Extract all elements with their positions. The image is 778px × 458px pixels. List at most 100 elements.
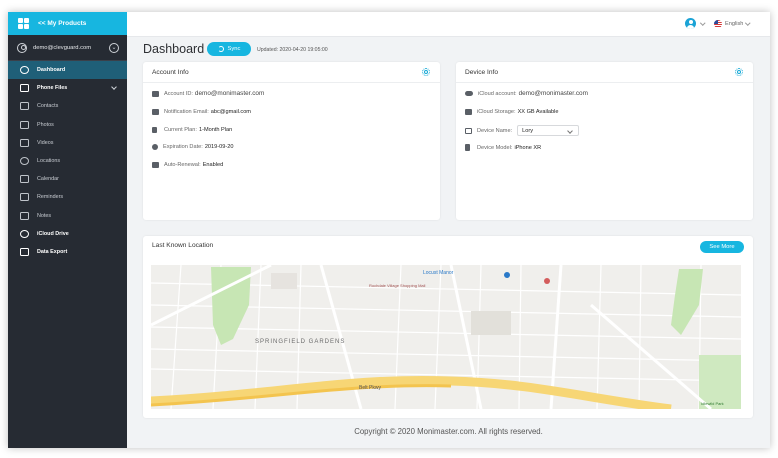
back-to-products-button[interactable]: << My Products [8, 12, 127, 35]
divider [143, 82, 440, 83]
sidebar: << My Products demo@clevguard.com ⌄ Dash… [8, 12, 127, 448]
sync-button[interactable]: Sync [207, 42, 251, 56]
sync-label: Sync [227, 46, 241, 52]
device-name-row: Device Name: Lory [465, 125, 580, 136]
gear-icon[interactable] [422, 68, 430, 76]
map[interactable]: SPRINGFIELD GARDENS Belt Pkwy Locust Man… [151, 265, 741, 409]
avatar[interactable] [685, 18, 696, 29]
row-value: Enabled [202, 162, 224, 168]
map-area-label: SPRINGFIELD GARDENS [255, 339, 345, 345]
expiration-date-row: Expiration Date: 2019-09-20 [152, 144, 233, 150]
sidebar-nav: Dashboard Phone Files Contacts Photos Vi… [8, 61, 127, 261]
sidebar-item-label: Contacts [37, 103, 59, 110]
last-location-card: Last Known Location See More SPRINGFIELD… [143, 236, 753, 418]
sidebar-item-label: Phone Files [37, 85, 68, 92]
calendar-icon [20, 175, 29, 184]
sidebar-item-label: Data Export [37, 248, 68, 255]
device-name-select[interactable]: Lory [517, 125, 580, 136]
card-title: Device Info [465, 69, 498, 76]
gear-icon[interactable] [735, 68, 743, 76]
sidebar-item-phone-files[interactable]: Phone Files [8, 79, 127, 97]
sidebar-item-locations[interactable]: Locations [8, 152, 127, 170]
row-key: Expiration Date: [163, 144, 203, 150]
user-icon [17, 42, 27, 53]
account-selector[interactable]: demo@clevguard.com ⌄ [8, 35, 127, 61]
document-icon [152, 127, 157, 133]
us-flag-icon [714, 20, 722, 28]
see-more-button[interactable]: See More [700, 241, 744, 253]
map-place-label: Locust Manor [423, 270, 454, 276]
image-icon [20, 120, 29, 129]
sidebar-item-label: Notes [37, 212, 52, 219]
card-title: Last Known Location [152, 242, 214, 249]
sidebar-item-label: Calendar [37, 176, 59, 183]
sidebar-item-icloud-drive[interactable]: iCloud Drive [8, 225, 127, 243]
auto-renewal-row: Auto-Renewal: Enabled [152, 162, 223, 168]
sidebar-item-reminders[interactable]: Reminders [8, 188, 127, 206]
map-park-label: Idlewild Park [701, 401, 724, 406]
row-value: iPhone XR [514, 144, 542, 151]
location-pin-icon [20, 157, 29, 166]
sidebar-item-videos[interactable]: Videos [8, 134, 127, 152]
calendar-icon [152, 162, 159, 168]
row-key: iCloud Storage: [477, 109, 516, 115]
sidebar-item-calendar[interactable]: Calendar [8, 170, 127, 188]
map-canvas: SPRINGFIELD GARDENS Belt Pkwy Locust Man… [151, 265, 741, 409]
sidebar-item-label: Dashboard [37, 67, 66, 74]
footer-copyright: Copyright © 2020 Monimaster.com. All rig… [354, 427, 543, 436]
icloud-storage-row: iCloud Storage: XX GB Available [465, 109, 559, 115]
cloud-icon [20, 229, 29, 238]
sidebar-item-label: Locations [37, 158, 61, 165]
row-key: Account ID: [164, 90, 193, 97]
phone-icon [465, 144, 470, 151]
app-window: << My Products demo@clevguard.com ⌄ Dash… [8, 12, 770, 448]
row-key: Auto-Renewal: [164, 162, 201, 168]
grid-icon [18, 18, 29, 29]
row-key: Notification Email: [164, 109, 209, 115]
monitor-icon [465, 127, 472, 134]
mail-icon [152, 109, 159, 115]
device-model-row: Device Model: iPhone XR [465, 144, 541, 151]
card-title: Account Info [152, 69, 189, 76]
map-mall-label: Rochdale Village Shopping Mall [369, 283, 426, 288]
map-road-label: Belt Pkwy [359, 385, 381, 391]
note-edit-icon [20, 211, 29, 220]
icloud-account-row: iCloud account: demo@monimaster.com [465, 90, 588, 97]
notification-email-row: Notification Email: abc@gmail.com [152, 109, 251, 115]
sidebar-item-contacts[interactable]: Contacts [8, 97, 127, 115]
row-value: XX GB Available [517, 109, 559, 115]
sidebar-item-data-export[interactable]: Data Export [8, 243, 127, 261]
export-icon [20, 247, 29, 256]
sidebar-item-notes[interactable]: Notes [8, 207, 127, 225]
language-selector[interactable]: English [725, 21, 743, 27]
row-value: demo@monimaster.com [518, 90, 588, 97]
device-info-card: Device Info iCloud account: demo@monimas… [456, 62, 753, 220]
account-id-row: Account ID: demo@monimaster.com [152, 90, 264, 97]
contacts-icon [20, 102, 29, 111]
cloud-icon [465, 91, 473, 96]
chevron-down-icon[interactable] [700, 20, 706, 26]
chevron-down-icon[interactable] [745, 20, 751, 26]
id-card-icon [152, 90, 159, 97]
sidebar-item-label: Videos [37, 139, 54, 146]
account-info-card: Account Info Account ID: demo@monimaster… [143, 62, 440, 220]
row-key: Device Name: [477, 127, 513, 134]
current-plan-row: Current Plan: 1-Month Plan [152, 127, 232, 133]
top-bar: English [127, 12, 770, 37]
chevron-down-icon [111, 84, 117, 91]
sync-icon [217, 46, 224, 52]
clock-icon [152, 144, 158, 150]
chevron-down-icon[interactable]: ⌄ [109, 42, 119, 53]
row-key: Device Model: [477, 144, 513, 151]
sidebar-item-dashboard[interactable]: Dashboard [8, 61, 127, 80]
sidebar-item-label: Photos [37, 121, 54, 128]
page-title: Dashboard [143, 42, 205, 56]
dashboard-icon [20, 66, 29, 75]
sidebar-item-label: iCloud Drive [37, 230, 69, 237]
sidebar-item-photos[interactable]: Photos [8, 116, 127, 134]
account-email: demo@clevguard.com [33, 44, 92, 51]
row-value: abc@gmail.com [210, 109, 251, 115]
list-icon [20, 193, 29, 202]
last-updated: Updated: 2020-04-20 19:05:00 [257, 46, 328, 53]
row-key: Current Plan: [164, 127, 197, 133]
